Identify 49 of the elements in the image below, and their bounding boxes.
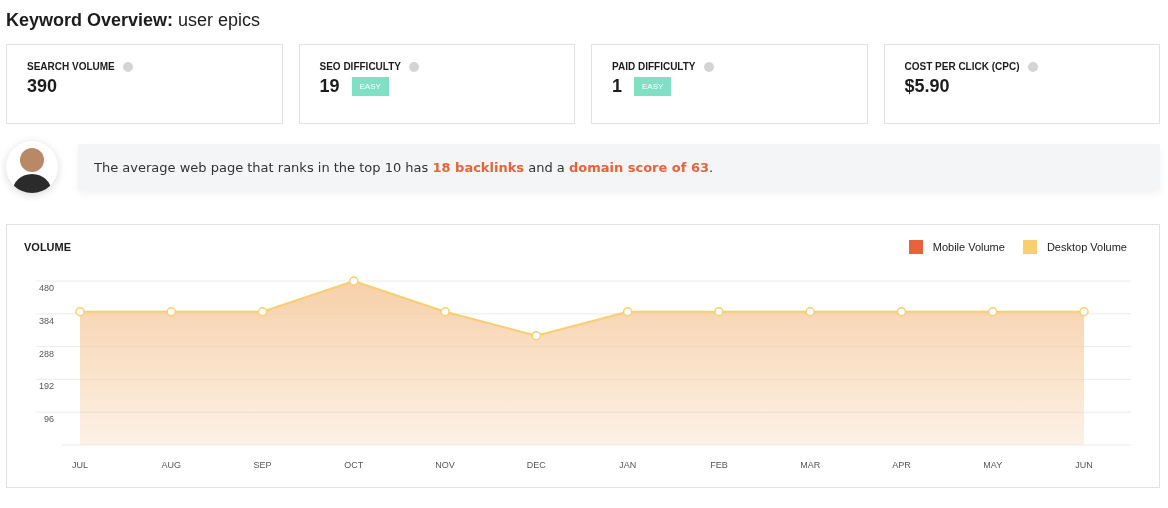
y-tick-label: 288 (38, 348, 54, 359)
difficulty-badge: EASY (351, 77, 389, 96)
data-point (257, 307, 268, 317)
metric-label: PAID DIFFICULTY (612, 61, 696, 72)
help-icon (1027, 61, 1038, 72)
data-point (531, 330, 542, 341)
metric-value: 19 (319, 76, 340, 97)
data-point (75, 307, 85, 317)
x-tick-label: APR (892, 460, 911, 470)
metric-value: 390 (27, 76, 58, 97)
x-tick-label: NOV (435, 460, 455, 470)
x-tick-label: FEB (710, 460, 728, 470)
metric-label: COST PER CLICK (CPC) (904, 61, 1020, 72)
y-tick-label: 384 (38, 315, 54, 326)
x-tick-label: JUN (1075, 460, 1093, 470)
data-point (349, 276, 359, 286)
x-tick-label: JAN (619, 460, 637, 470)
legend-label: Mobile Volume (932, 241, 1005, 253)
y-tick-label: 192 (38, 381, 54, 392)
data-point (714, 307, 724, 317)
data-point (440, 307, 450, 317)
x-tick-label: MAR (800, 460, 821, 470)
data-point (166, 307, 176, 317)
data-point (622, 307, 633, 317)
metric-label: SEO DIFFICULTY (319, 61, 401, 72)
chart-title: VOLUME (24, 241, 72, 253)
metric-value: 1 (612, 76, 622, 97)
y-tick-label: 480 (38, 283, 54, 293)
data-point (988, 307, 998, 317)
metric-label: SEARCH VOLUME (27, 61, 115, 72)
data-point (805, 307, 815, 317)
x-tick-label: AUG (161, 460, 182, 470)
metric-value: $5.90 (904, 76, 950, 97)
x-tick-label: OCT (344, 460, 364, 470)
x-tick-label: DEC (526, 460, 546, 470)
page-title: Keyword Overview: user epics (6, 9, 262, 32)
difficulty-badge: EASY (634, 77, 672, 96)
x-tick-label: MAY (983, 460, 1003, 470)
legend-label: Desktop Volume (1046, 241, 1127, 253)
x-tick-label: JUL (72, 460, 88, 470)
data-point (896, 307, 907, 317)
help-icon (703, 61, 714, 72)
avatar-icon (6, 141, 58, 193)
insight-text: The average web page that ranks in the top 10 has 18 backlinks and a domain score of 63. (94, 159, 714, 175)
x-tick-label: SEP (253, 460, 272, 470)
help-icon (122, 61, 133, 72)
help-icon (409, 61, 419, 72)
y-tick-label: 96 (44, 414, 54, 425)
data-point (1079, 307, 1089, 317)
